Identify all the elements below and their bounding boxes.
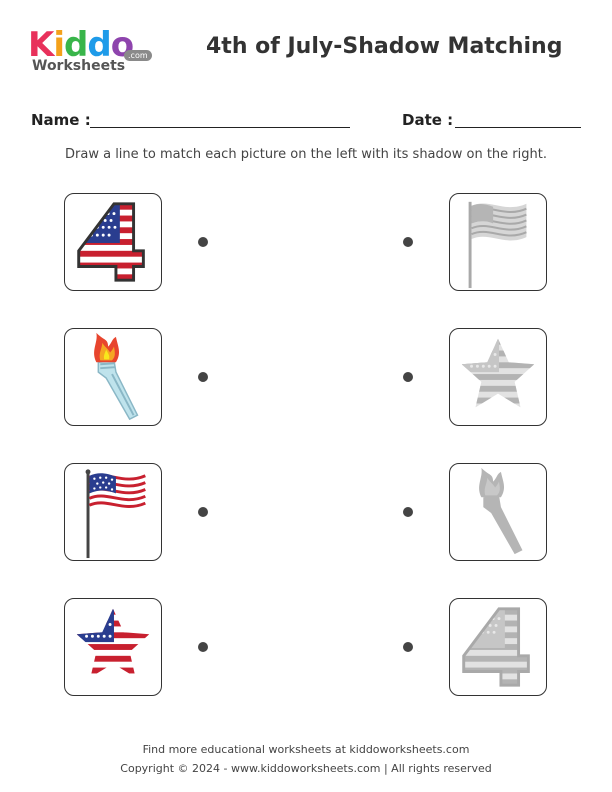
right-shadow-box-3: [449, 463, 547, 561]
waving-flag-shadow-icon: [468, 201, 527, 289]
flag-star-shadow-icon: [461, 338, 535, 408]
right-match-dot-3[interactable]: [403, 507, 413, 517]
torch-icon: [94, 332, 139, 421]
torch-shadow-icon: [479, 467, 523, 555]
kiddo-logo: Kiddo Worksheets .com: [28, 28, 158, 76]
name-label: Name :: [31, 111, 91, 129]
logo-letter: d: [64, 25, 88, 65]
number-4-flag-icon: [77, 202, 145, 282]
instruction-text: Draw a line to match each picture on the…: [65, 147, 547, 162]
left-match-dot-2[interactable]: [198, 372, 208, 382]
right-shadow-box-4: [449, 598, 547, 696]
left-match-dot-1[interactable]: [198, 237, 208, 247]
name-field[interactable]: [90, 127, 350, 128]
number-4-shadow-icon: [462, 607, 530, 687]
logo-letter: d: [87, 25, 111, 65]
date-label: Date :: [402, 111, 454, 129]
left-match-dot-4[interactable]: [198, 642, 208, 652]
logo-letter: K: [28, 25, 54, 65]
right-match-dot-2[interactable]: [403, 372, 413, 382]
left-picture-box-2: [64, 328, 162, 426]
right-shadow-box-2: [449, 328, 547, 426]
logo-worksheets-text: Worksheets: [32, 58, 126, 74]
right-shadow-box-1: [449, 193, 547, 291]
flag-star-icon: [76, 608, 150, 678]
footer-line-2: Copyright © 2024 - www.kiddoworksheets.c…: [120, 762, 492, 775]
left-picture-box-4: [64, 598, 162, 696]
page-title: 4th of July-Shadow Matching: [206, 34, 563, 59]
left-match-dot-3[interactable]: [198, 507, 208, 517]
right-match-dot-4[interactable]: [403, 642, 413, 652]
date-field[interactable]: [455, 127, 581, 128]
logo-letter: i: [53, 25, 65, 65]
left-picture-box-1: [64, 193, 162, 291]
left-picture-box-3: [64, 463, 162, 561]
waving-flag-icon: [85, 469, 146, 559]
footer-line-1: Find more educational worksheets at kidd…: [142, 743, 470, 756]
right-match-dot-1[interactable]: [403, 237, 413, 247]
logo-com-badge: .com: [124, 50, 152, 61]
